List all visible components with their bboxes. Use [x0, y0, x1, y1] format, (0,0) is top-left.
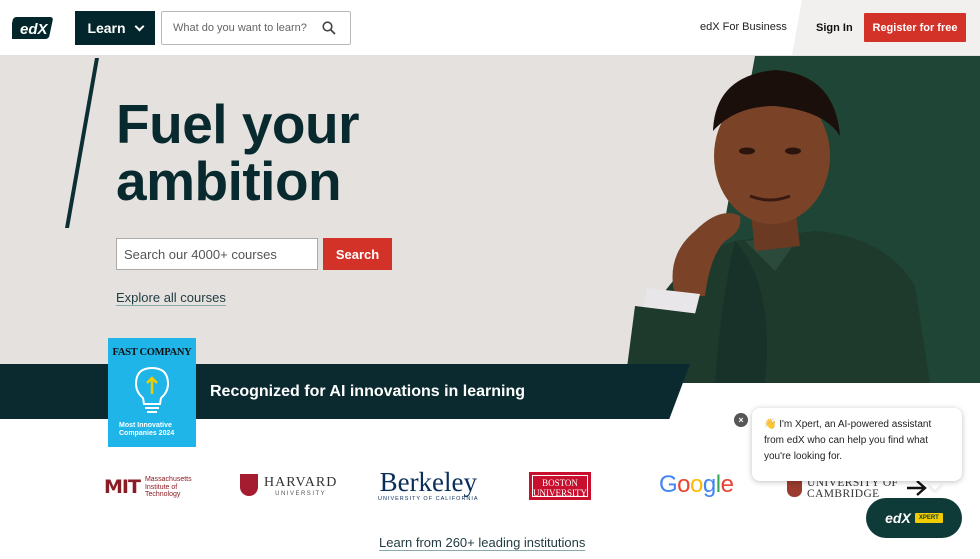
top-navigation: edX Learn edX For Business Sign In Regis… — [0, 0, 980, 56]
mit-mark: MIT — [104, 476, 141, 499]
header-search — [161, 11, 351, 45]
xpert-message: I'm Xpert, an AI-powered assistant from … — [764, 419, 932, 462]
mit-logo[interactable]: MIT Massachusetts Institute of Technolog… — [104, 476, 197, 499]
sign-in-link[interactable]: Sign In — [816, 22, 853, 34]
boston-university-logo[interactable]: BOSTON UNIVERSITY — [529, 472, 591, 500]
hero-headline: Fuel your ambition — [116, 93, 360, 212]
xpert-button-logo: edX — [885, 510, 911, 526]
harvard-logo[interactable]: HARVARD UNIVERSITY — [240, 473, 337, 497]
cambridge-name: UNIVERSITY OF CAMBRIDGE — [807, 477, 899, 500]
xpert-button-tag: XPERT — [914, 513, 943, 523]
berkeley-logo[interactable]: Berkeley UNIVERSITY OF CALIFORNIA — [378, 468, 479, 502]
edx-homepage: edX Learn edX For Business Sign In Regis… — [0, 0, 980, 559]
cambridge-logo[interactable]: UNIVERSITY OF CAMBRIDGE — [787, 477, 899, 500]
fast-company-badge: FAST COMPANY Most Innovative Companies 2… — [108, 338, 196, 447]
waving-hand-icon: 👋 — [764, 419, 777, 430]
headline-line-1: Fuel your — [116, 93, 360, 155]
arrow-right-icon[interactable] — [905, 478, 929, 498]
learn-from-institutions-link[interactable]: Learn from 260+ leading institutions — [379, 535, 585, 550]
harvard-name: HARVARD — [264, 475, 338, 490]
xpert-chat-bubble[interactable]: 👋 I'm Xpert, an AI-powered assistant fro… — [752, 408, 962, 481]
harvard-wordmark: HARVARD UNIVERSITY — [264, 473, 338, 498]
course-search-input[interactable] — [117, 239, 317, 269]
course-search-field — [116, 238, 318, 270]
edx-logo[interactable]: edX — [12, 14, 56, 42]
course-search-button[interactable]: Search — [323, 238, 392, 270]
chevron-down-icon — [134, 21, 145, 31]
edx-for-business-link[interactable]: edX For Business — [700, 21, 787, 33]
fast-company-logo: FAST COMPANY — [112, 347, 192, 358]
register-button[interactable]: Register for free — [864, 13, 966, 42]
search-icon[interactable] — [322, 21, 336, 35]
hero-person-photo — [625, 70, 930, 383]
headline-line-2: ambition — [116, 150, 342, 212]
harvard-shield-icon — [240, 474, 258, 496]
svg-text:edX: edX — [20, 21, 49, 38]
header-search-input[interactable] — [162, 12, 317, 44]
berkeley-sub: UNIVERSITY OF CALIFORNIA — [378, 496, 479, 502]
decorative-slash — [65, 58, 99, 228]
lightbulb-icon — [134, 366, 170, 413]
mit-name: Massachusetts Institute of Technology — [144, 476, 192, 498]
xpert-chat-button[interactable]: edX XPERT — [866, 498, 962, 538]
learn-menu-label: Learn — [87, 20, 126, 36]
google-logo[interactable]: Google — [659, 471, 734, 499]
recognition-text: Recognized for AI innovations in learnin… — [210, 383, 525, 400]
berkeley-name: Berkeley — [379, 467, 478, 497]
fast-company-award: Most Innovative Companies 2024 — [119, 422, 175, 437]
cambridge-crest-icon — [787, 481, 802, 497]
learn-menu-button[interactable]: Learn — [75, 11, 155, 45]
harvard-sub: UNIVERSITY — [275, 491, 327, 497]
explore-courses-link[interactable]: Explore all courses — [116, 290, 226, 305]
close-icon[interactable]: × — [734, 413, 748, 427]
